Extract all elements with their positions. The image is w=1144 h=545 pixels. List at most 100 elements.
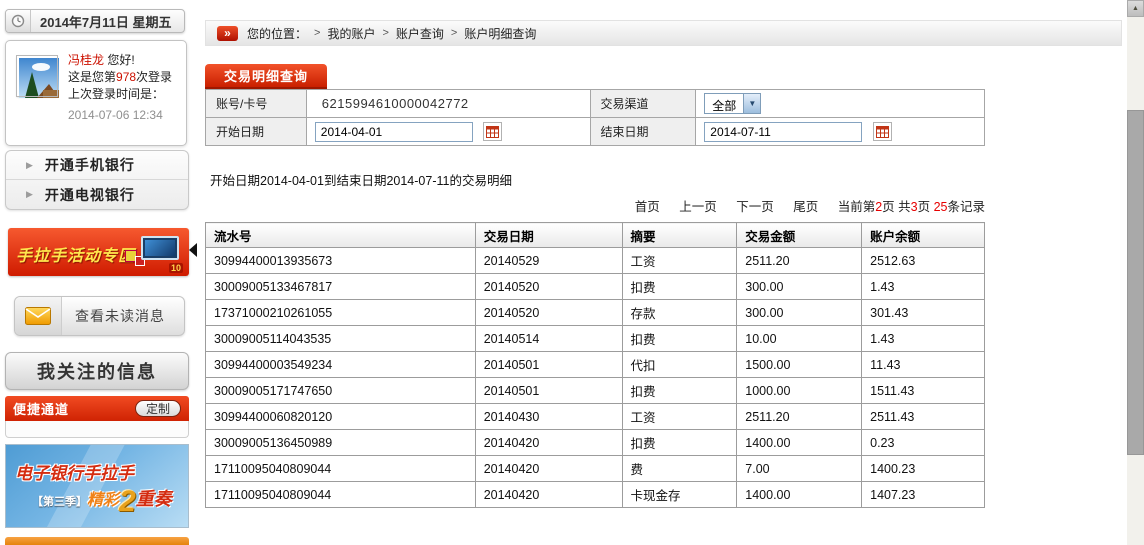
cell-summary: 代扣 bbox=[622, 352, 737, 378]
cell-transaction-date: 20140520 bbox=[475, 300, 622, 326]
login-count-prefix: 这是您第 bbox=[68, 70, 116, 84]
calendar-icon[interactable] bbox=[873, 122, 892, 141]
result-summary: 开始日期2014-04-01到结束日期2014-07-11的交易明细 bbox=[210, 170, 512, 189]
cell-summary: 费 bbox=[622, 456, 737, 482]
cell-serial-number: 17110095040809044 bbox=[206, 456, 476, 482]
login-count: 978 bbox=[116, 70, 136, 84]
end-date-input[interactable] bbox=[704, 122, 862, 142]
unread-messages-button[interactable]: 查看未读消息 bbox=[14, 296, 185, 336]
header-balance: 账户余额 bbox=[862, 223, 985, 248]
cell-balance: 1407.23 bbox=[862, 482, 985, 508]
start-date-label: 开始日期 bbox=[206, 118, 307, 146]
cell-summary: 卡现金存 bbox=[622, 482, 737, 508]
chevron-right-icon: ▶ bbox=[26, 160, 33, 171]
table-row: 30009005136450989 20140420 扣费 1400.00 0.… bbox=[206, 430, 985, 456]
cell-transaction-date: 20140514 bbox=[475, 326, 622, 352]
date-bar: 2014年7月11日 星期五 bbox=[5, 9, 185, 33]
header-summary: 摘要 bbox=[622, 223, 737, 248]
cell-summary: 扣费 bbox=[622, 326, 737, 352]
cell-transaction-date: 20140529 bbox=[475, 248, 622, 274]
transactions-body: 30994400013935673 20140529 工资 2511.20 25… bbox=[206, 248, 985, 508]
cell-balance: 1511.43 bbox=[862, 378, 985, 404]
cell-amount: 300.00 bbox=[737, 300, 862, 326]
table-row: 30994400060820120 20140430 工资 2511.20 25… bbox=[206, 404, 985, 430]
cell-summary: 扣费 bbox=[622, 378, 737, 404]
greeting-text: 您好! bbox=[107, 53, 134, 67]
prev-page-link[interactable]: 上一页 bbox=[679, 200, 717, 214]
banner-badge: 10 bbox=[169, 263, 183, 273]
query-form: 账号/卡号 6215994610000042772 交易渠道 全部 ▼ 开始日期… bbox=[205, 89, 985, 146]
table-row: 17110095040809044 20140420 卡现金存 1400.00 … bbox=[206, 482, 985, 508]
breadcrumb-item-account-inquiry[interactable]: 账户查询 bbox=[396, 25, 444, 42]
end-date-label: 结束日期 bbox=[590, 118, 696, 146]
start-date-input[interactable] bbox=[315, 122, 473, 142]
table-row: 17110095040809044 20140420 费 7.00 1400.2… bbox=[206, 456, 985, 482]
activity-banner[interactable]: 手拉手活动专区 10 bbox=[8, 228, 189, 276]
channel-label: 交易渠道 bbox=[590, 90, 696, 118]
next-page-link[interactable]: 下一页 bbox=[736, 200, 774, 214]
scroll-up-arrow-icon[interactable]: ▲ bbox=[1127, 0, 1144, 17]
transaction-detail-tab[interactable]: 交易明细查询 bbox=[205, 64, 327, 89]
channel-select[interactable]: 全部 ▼ bbox=[704, 93, 761, 114]
banking-page: 2014年7月11日 星期五 冯桂龙 您好! 这是您第978次登录 上次登录时间… bbox=[0, 0, 1144, 545]
promo-banner[interactable]: 电子银行手拉手 【第三季】精彩2重奏 bbox=[5, 444, 189, 528]
sidebar-item-mobile-banking[interactable]: ▶ 开通手机银行 bbox=[6, 151, 188, 180]
quick-channel-title: 便捷通道 bbox=[13, 399, 69, 418]
location-label: 您的位置： bbox=[247, 25, 307, 42]
cell-serial-number: 30994400060820120 bbox=[206, 404, 476, 430]
table-row: 30009005114043535 20140514 扣费 10.00 1.43 bbox=[206, 326, 985, 352]
table-row: 30994400013935673 20140529 工资 2511.20 25… bbox=[206, 248, 985, 274]
cell-serial-number: 30009005136450989 bbox=[206, 430, 476, 456]
cell-transaction-date: 20140420 bbox=[475, 456, 622, 482]
cell-serial-number: 30994400013935673 bbox=[206, 248, 476, 274]
table-row: 30994400003549234 20140501 代扣 1500.00 11… bbox=[206, 352, 985, 378]
activity-banner-text: 手拉手活动专区 bbox=[16, 242, 135, 266]
my-focused-info-button[interactable]: 我关注的信息 bbox=[5, 352, 189, 390]
sidebar-item-tv-banking[interactable]: ▶ 开通电视银行 bbox=[6, 180, 188, 209]
promo-subtitle: 【第三季】精彩2重奏 bbox=[32, 485, 172, 519]
cell-amount: 2511.20 bbox=[737, 404, 862, 430]
cell-serial-number: 30009005171747650 bbox=[206, 378, 476, 404]
cell-amount: 1400.00 bbox=[737, 482, 862, 508]
first-page-link[interactable]: 首页 bbox=[635, 200, 660, 214]
cell-balance: 11.43 bbox=[862, 352, 985, 378]
scrollbar-thumb[interactable] bbox=[1127, 110, 1144, 455]
table-row: 30009005133467817 20140520 扣费 300.00 1.4… bbox=[206, 274, 985, 300]
account-number: 6215994610000042772 bbox=[307, 96, 469, 111]
record-count: 25 bbox=[934, 200, 948, 214]
chevron-down-icon: ▼ bbox=[743, 94, 760, 113]
breadcrumb: » 您的位置： > 我的账户 > 账户查询 > 账户明细查询 bbox=[205, 20, 1122, 46]
last-page-link[interactable]: 尾页 bbox=[793, 200, 818, 214]
quick-channel-body bbox=[5, 421, 189, 438]
cell-amount: 2511.20 bbox=[737, 248, 862, 274]
cell-serial-number: 17371000210261055 bbox=[206, 300, 476, 326]
chevron-right-icon: ▶ bbox=[26, 189, 33, 200]
cell-balance: 301.43 bbox=[862, 300, 985, 326]
breadcrumb-item-my-account[interactable]: 我的账户 bbox=[327, 25, 375, 42]
sidebar-collapse-arrow-icon[interactable] bbox=[189, 243, 197, 257]
double-chevron-icon: » bbox=[217, 26, 238, 41]
breadcrumb-item-account-detail[interactable]: 账户明细查询 bbox=[464, 25, 536, 42]
cell-balance: 0.23 bbox=[862, 430, 985, 456]
promo-title: 电子银行手拉手 bbox=[15, 459, 134, 484]
quick-channel-panel: 便捷通道 定制 bbox=[5, 396, 189, 438]
transactions-table: 流水号 交易日期 摘要 交易金额 账户余额 30994400013935673 … bbox=[205, 222, 985, 508]
sidebar-bottom-bar bbox=[5, 537, 189, 545]
cell-transaction-date: 20140520 bbox=[475, 274, 622, 300]
cell-summary: 扣费 bbox=[622, 274, 737, 300]
cell-serial-number: 30009005133467817 bbox=[206, 274, 476, 300]
envelope-icon bbox=[15, 297, 62, 335]
customize-button[interactable]: 定制 bbox=[135, 400, 181, 417]
cell-summary: 工资 bbox=[622, 404, 737, 430]
cell-summary: 扣费 bbox=[622, 430, 737, 456]
cell-transaction-date: 20140420 bbox=[475, 482, 622, 508]
cell-amount: 1400.00 bbox=[737, 430, 862, 456]
cell-serial-number: 17110095040809044 bbox=[206, 482, 476, 508]
total-pages: 3 bbox=[911, 200, 918, 214]
cell-balance: 1.43 bbox=[862, 326, 985, 352]
cell-amount: 300.00 bbox=[737, 274, 862, 300]
calendar-icon[interactable] bbox=[483, 122, 502, 141]
cell-transaction-date: 20140501 bbox=[475, 352, 622, 378]
vertical-scrollbar[interactable]: ▲ bbox=[1127, 0, 1144, 545]
cell-serial-number: 30994400003549234 bbox=[206, 352, 476, 378]
